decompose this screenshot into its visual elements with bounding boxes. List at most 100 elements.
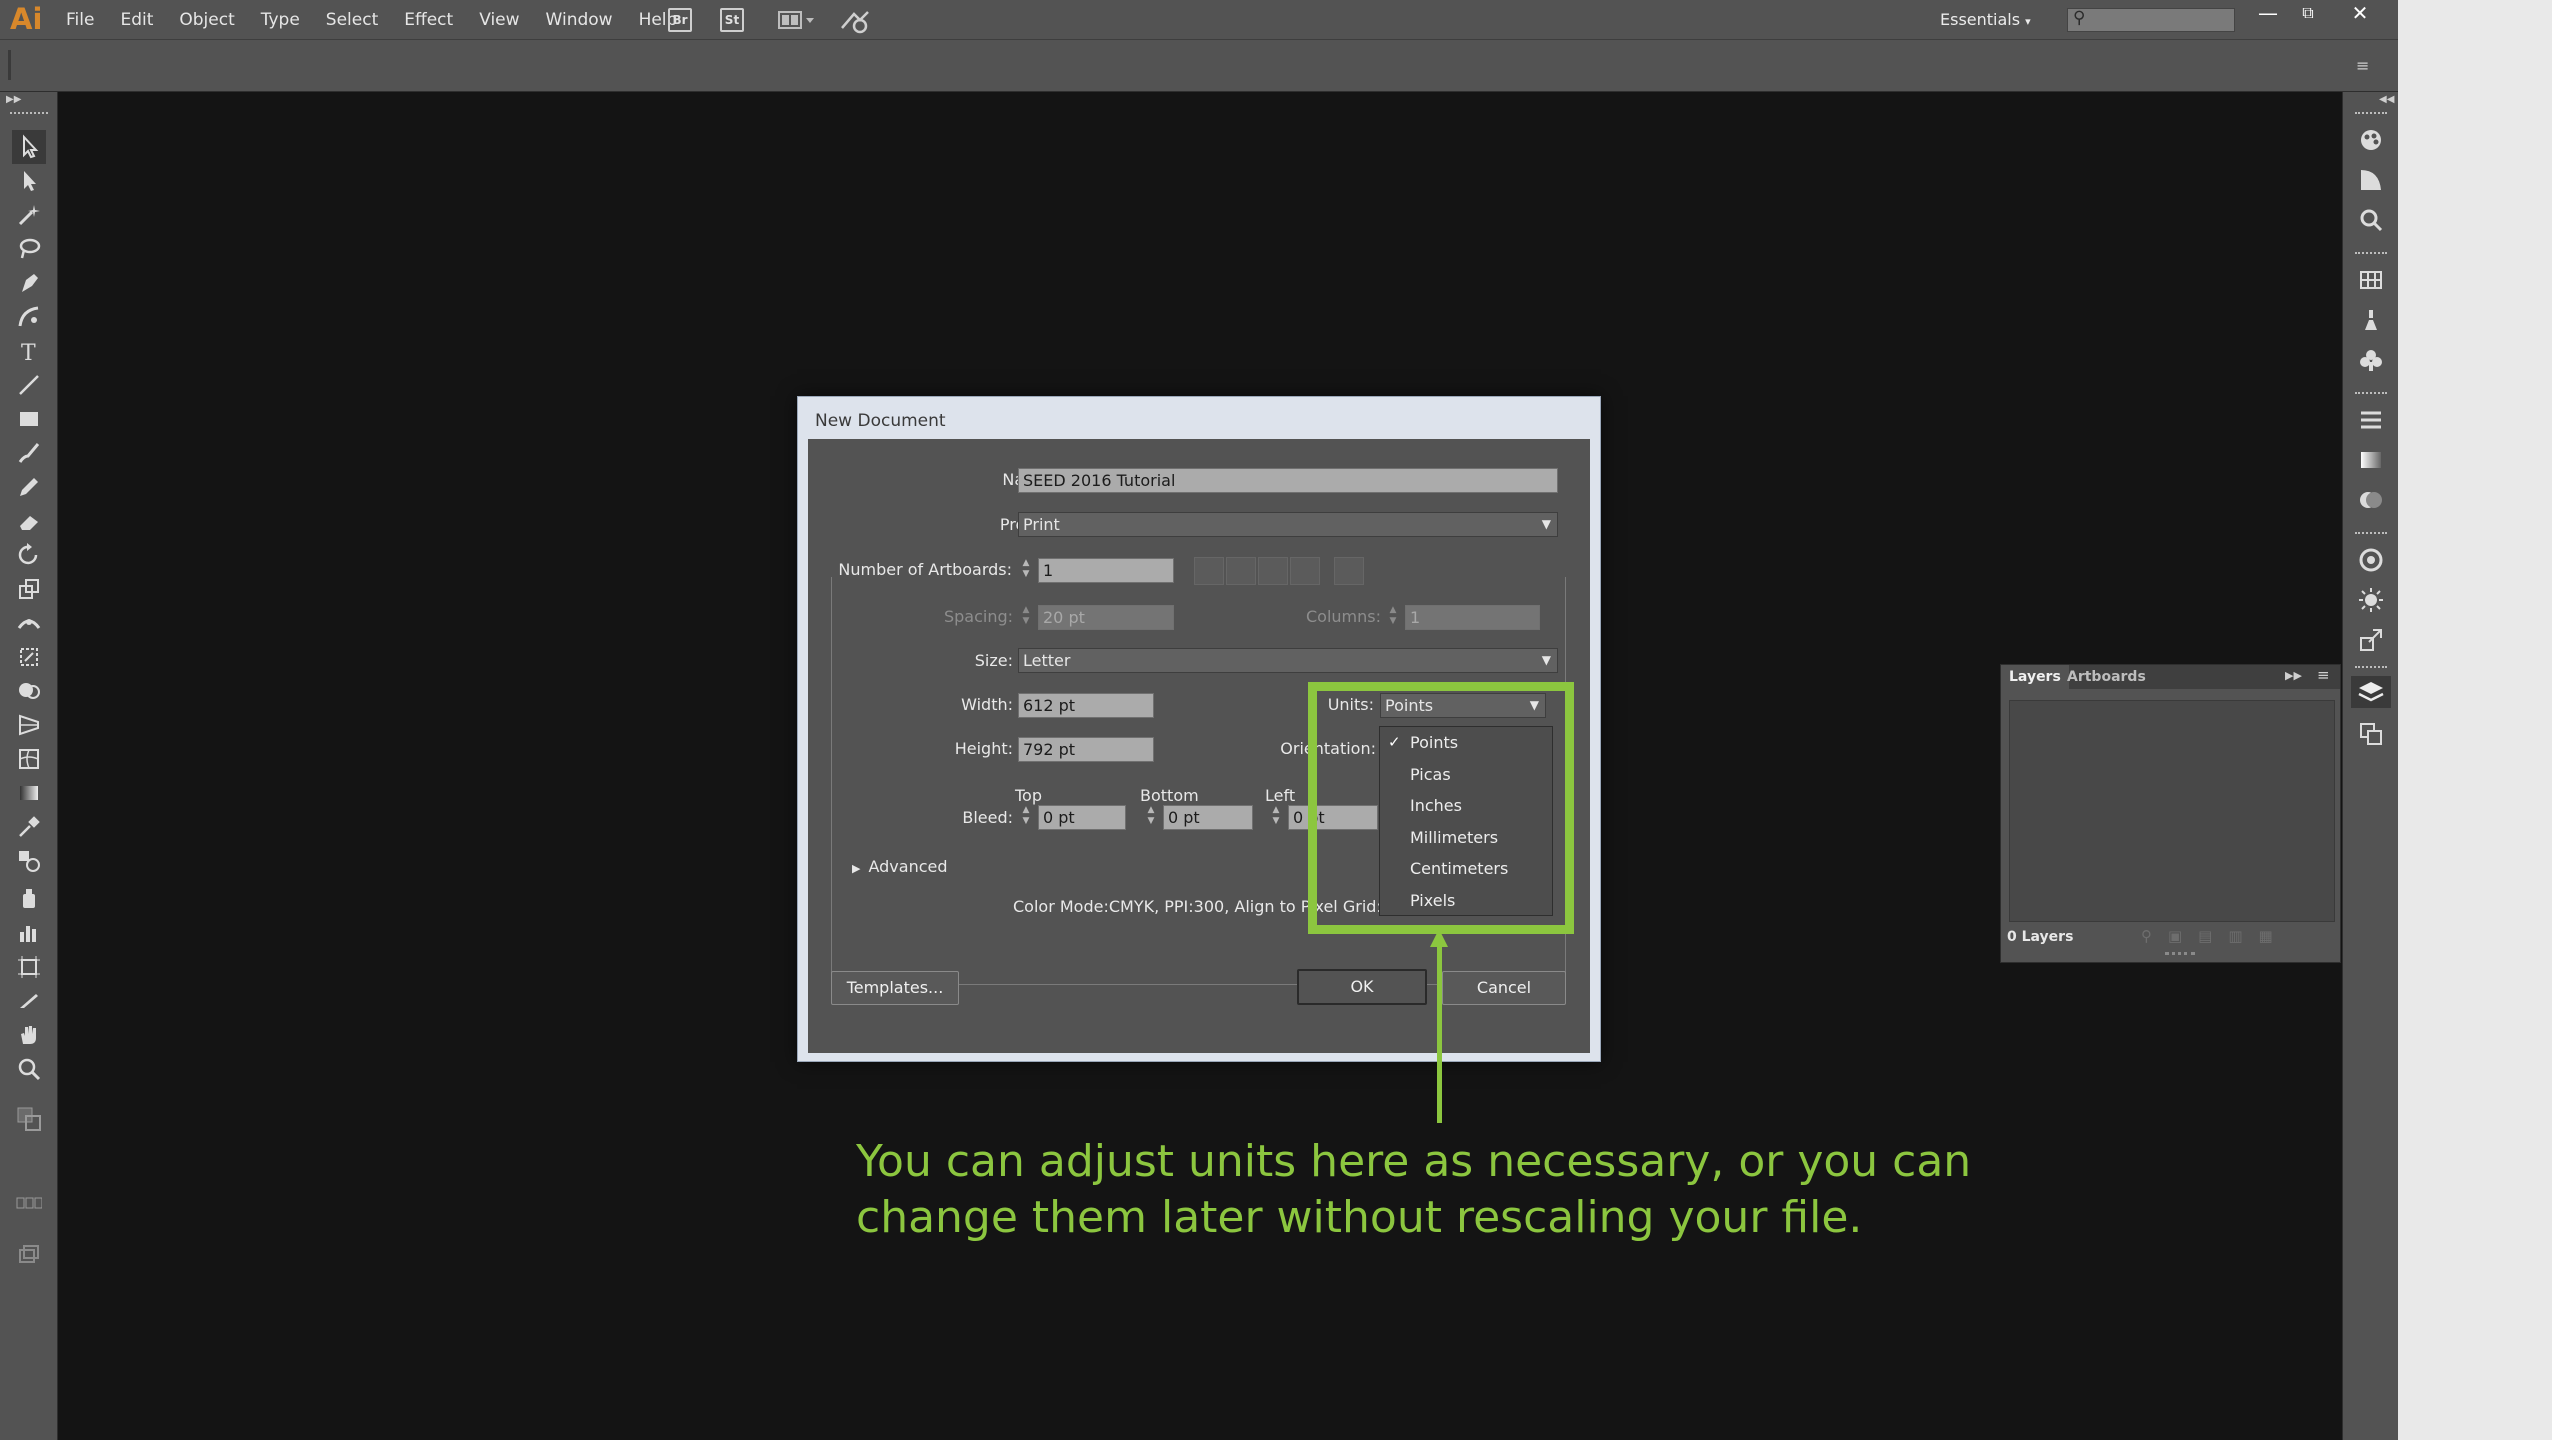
control-bar-menu-icon[interactable]: ≡: [2356, 56, 2369, 75]
spacing-stepper[interactable]: ▲ ▼: [1017, 605, 1035, 630]
menu-view[interactable]: View: [479, 0, 519, 40]
tab-artboards[interactable]: Artboards: [2059, 665, 2154, 689]
rectangle-tool-icon[interactable]: [12, 402, 46, 436]
cc-libraries-icon[interactable]: [2357, 206, 2385, 234]
selection-tool-icon[interactable]: [12, 130, 46, 164]
change-to-right-to-left-icon[interactable]: [1334, 557, 1364, 585]
column-graph-tool-icon[interactable]: [12, 916, 46, 950]
grid-by-column-icon[interactable]: [1226, 557, 1256, 585]
height-field[interactable]: 792 pt: [1018, 737, 1154, 762]
dock-grip[interactable]: [2355, 112, 2387, 118]
templates-button[interactable]: Templates...: [831, 971, 959, 1005]
screen-mode-icon[interactable]: [12, 1238, 46, 1272]
hand-tool-icon[interactable]: [12, 1018, 46, 1052]
bridge-button[interactable]: Br: [668, 8, 692, 32]
close-button[interactable]: ✕: [2340, 0, 2380, 28]
panel-grip[interactable]: [10, 112, 48, 114]
collapse-panel-icon[interactable]: ▶▶: [6, 94, 21, 105]
menu-select[interactable]: Select: [326, 0, 378, 40]
artboards-stepper[interactable]: ▲ ▼: [1017, 558, 1035, 583]
artboards-field[interactable]: 1: [1038, 558, 1174, 583]
advanced-toggle[interactable]: ▶ Advanced: [852, 857, 948, 876]
eyedropper-tool-icon[interactable]: [12, 810, 46, 844]
control-bar-grip[interactable]: [8, 50, 11, 80]
expand-panels-icon[interactable]: ◀◀: [2379, 94, 2394, 105]
menu-edit[interactable]: Edit: [120, 0, 153, 40]
lasso-tool-icon[interactable]: [12, 232, 46, 266]
stroke-icon[interactable]: [2357, 406, 2385, 434]
bleed-bottom-stepper[interactable]: ▲ ▼: [1142, 805, 1160, 830]
color-panel-icon[interactable]: [2357, 126, 2385, 154]
dock-grip-5[interactable]: [2355, 666, 2387, 672]
stock-button[interactable]: St: [720, 8, 744, 32]
collapse-panel-icon[interactable]: ▶▶: [2285, 669, 2302, 682]
shape-builder-tool-icon[interactable]: [12, 674, 46, 708]
appearance-icon[interactable]: [2357, 546, 2385, 574]
pen-tool-icon[interactable]: [12, 266, 46, 300]
slice-tool-icon[interactable]: [12, 984, 46, 1018]
minimize-button[interactable]: —: [2248, 0, 2288, 28]
columns-field[interactable]: 1: [1405, 605, 1540, 630]
bleed-top-stepper[interactable]: ▲ ▼: [1017, 805, 1035, 830]
pencil-tool-icon[interactable]: [12, 470, 46, 504]
width-tool-icon[interactable]: [12, 606, 46, 640]
brushes-icon[interactable]: [2357, 306, 2385, 334]
fill-stroke-swatch-icon[interactable]: [12, 1102, 46, 1136]
panel-resize-grip[interactable]: [2165, 952, 2195, 955]
panel-menu-icon[interactable]: ≡: [2317, 666, 2330, 684]
gradient-panel-icon[interactable]: [2357, 446, 2385, 474]
eraser-tool-icon[interactable]: [12, 504, 46, 538]
rotate-tool-icon[interactable]: [12, 538, 46, 572]
transparency-icon[interactable]: [2357, 486, 2385, 514]
zoom-tool-icon[interactable]: [12, 1052, 46, 1086]
workspace-switcher[interactable]: Essentials ▾: [1940, 0, 2031, 42]
gpu-performance-icon[interactable]: [838, 8, 872, 34]
dock-grip-4[interactable]: [2355, 532, 2387, 538]
symbols-icon[interactable]: [2357, 346, 2385, 374]
search-input[interactable]: [2067, 8, 2235, 32]
symbol-sprayer-tool-icon[interactable]: [12, 882, 46, 916]
line-tool-icon[interactable]: [12, 368, 46, 402]
menu-window[interactable]: Window: [546, 0, 613, 40]
bleed-top-field[interactable]: 0 pt: [1038, 805, 1126, 830]
columns-stepper[interactable]: ▲ ▼: [1384, 605, 1402, 630]
paintbrush-tool-icon[interactable]: [12, 436, 46, 470]
direct-selection-tool-icon[interactable]: [12, 164, 46, 198]
draw-mode-icon[interactable]: [12, 1186, 46, 1220]
menu-type[interactable]: Type: [261, 0, 300, 40]
spacing-field[interactable]: 20 pt: [1038, 605, 1174, 630]
layers-panel-icon[interactable]: [2351, 676, 2391, 708]
gradient-tool-icon[interactable]: [12, 776, 46, 810]
graphic-styles-icon[interactable]: [2357, 586, 2385, 614]
mesh-tool-icon[interactable]: [12, 742, 46, 776]
arrange-by-column-icon[interactable]: [1290, 557, 1320, 585]
menu-object[interactable]: Object: [179, 0, 234, 40]
dock-grip-2[interactable]: [2355, 252, 2387, 258]
profile-select[interactable]: Print ▼: [1018, 512, 1558, 537]
name-field[interactable]: SEED 2016 Tutorial: [1018, 468, 1558, 493]
free-transform-tool-icon[interactable]: [12, 640, 46, 674]
scale-tool-icon[interactable]: [12, 572, 46, 606]
dock-grip-3[interactable]: [2355, 392, 2387, 398]
menu-effect[interactable]: Effect: [404, 0, 453, 40]
layers-list[interactable]: [2009, 700, 2335, 922]
arrange-documents-icon[interactable]: [778, 10, 816, 30]
type-tool-icon[interactable]: T: [12, 334, 46, 368]
blend-tool-icon[interactable]: [12, 844, 46, 878]
menu-file[interactable]: File: [66, 0, 94, 40]
color-guide-icon[interactable]: [2357, 166, 2385, 194]
width-field[interactable]: 612 pt: [1018, 693, 1154, 718]
grid-by-row-icon[interactable]: [1194, 557, 1224, 585]
cancel-button[interactable]: Cancel: [1442, 971, 1566, 1005]
perspective-grid-tool-icon[interactable]: [12, 708, 46, 742]
arrange-by-row-icon[interactable]: [1258, 557, 1288, 585]
artboards-panel-icon[interactable]: [2357, 720, 2385, 748]
asset-export-icon[interactable]: [2357, 626, 2385, 654]
swatches-icon[interactable]: [2357, 266, 2385, 294]
ok-button[interactable]: OK: [1297, 969, 1427, 1005]
bleed-left-stepper[interactable]: ▲ ▼: [1267, 805, 1285, 830]
artboard-tool-icon[interactable]: [12, 950, 46, 984]
size-select[interactable]: Letter ▼: [1018, 648, 1558, 673]
bleed-bottom-field[interactable]: 0 pt: [1163, 805, 1253, 830]
restore-button[interactable]: ⧉: [2288, 0, 2328, 28]
